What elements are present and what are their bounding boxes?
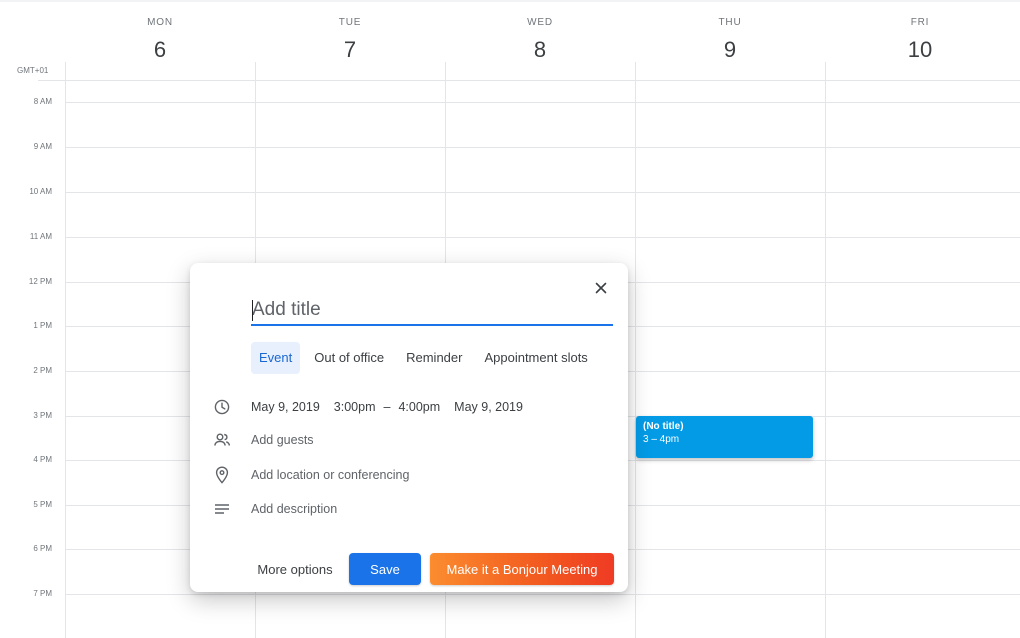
hour-label: 7 PM — [33, 589, 52, 598]
day-divider — [65, 62, 66, 638]
grid-line — [66, 102, 1020, 103]
grid-line — [66, 594, 1020, 595]
grid-line — [38, 80, 1020, 81]
hour-label: 12 PM — [28, 277, 52, 286]
hour-label: 6 PM — [33, 544, 52, 553]
location-row[interactable]: Add location or conferencing — [190, 460, 628, 490]
day-divider — [635, 62, 636, 638]
time-separator: – — [383, 400, 391, 414]
clock-icon — [212, 397, 232, 417]
day-name: MON — [147, 17, 173, 28]
tab-event[interactable]: Event — [251, 342, 301, 374]
more-options-button[interactable]: More options — [250, 553, 340, 585]
day-name: FRI — [910, 17, 930, 28]
hour-label: 10 AM — [29, 187, 52, 196]
grid-line — [66, 237, 1020, 238]
description-field[interactable]: Add description — [251, 502, 337, 516]
tab-appointment-slots[interactable]: Appointment slots — [476, 342, 595, 374]
save-button[interactable]: Save — [349, 553, 421, 585]
location-pin-icon — [212, 465, 232, 485]
people-icon — [212, 430, 232, 450]
hour-label: 11 AM — [29, 232, 52, 241]
title-input[interactable] — [251, 296, 613, 326]
day-header-fri[interactable]: FRI 10 — [825, 0, 1015, 72]
hour-label: 1 PM — [33, 321, 52, 330]
end-date[interactable]: May 9, 2019 — [454, 400, 523, 414]
hour-label: 2 PM — [33, 366, 52, 375]
day-name: TUE — [338, 17, 362, 28]
day-header-thu[interactable]: THU 9 — [635, 0, 825, 72]
day-header-wed[interactable]: WED 8 — [445, 0, 635, 72]
datetime-row: May 9, 2019 3:00pm – 4:00pm May 9, 2019 — [190, 392, 628, 422]
event-type-tabs: Event Out of office Reminder Appointment… — [251, 342, 602, 374]
timezone-label: GMT+01 — [17, 66, 49, 75]
grid-line — [66, 147, 1020, 148]
day-divider — [825, 62, 826, 638]
hour-label: 4 PM — [33, 455, 52, 464]
location-field[interactable]: Add location or conferencing — [251, 468, 409, 482]
datetime-fields: May 9, 2019 3:00pm – 4:00pm May 9, 2019 — [251, 400, 523, 414]
day-number[interactable]: 8 — [445, 37, 635, 63]
close-icon — [595, 282, 607, 294]
event-time: 3 – 4pm — [643, 434, 680, 445]
text-caret — [252, 300, 253, 321]
bonjour-meeting-button[interactable]: Make it a Bonjour Meeting — [430, 553, 614, 585]
grid-line — [66, 192, 1020, 193]
day-header-tue[interactable]: TUE 7 — [255, 0, 445, 72]
day-name: THU — [718, 17, 742, 28]
quick-event-dialog: Event Out of office Reminder Appointment… — [190, 263, 628, 592]
guests-row[interactable]: Add guests — [190, 425, 628, 455]
guests-field[interactable]: Add guests — [251, 433, 314, 447]
tab-reminder[interactable]: Reminder — [398, 342, 470, 374]
hour-label: 9 AM — [33, 142, 52, 151]
description-lines-icon — [212, 499, 232, 519]
start-time[interactable]: 3:00pm — [334, 400, 376, 414]
start-date[interactable]: May 9, 2019 — [251, 400, 320, 414]
end-time[interactable]: 4:00pm — [398, 400, 440, 414]
event-chip[interactable]: (No title) 3 – 4pm — [636, 416, 813, 458]
day-header-mon[interactable]: MON 6 — [65, 0, 255, 72]
event-title: (No title) — [643, 421, 684, 432]
day-number[interactable]: 6 — [65, 37, 255, 63]
day-name: WED — [527, 17, 553, 28]
hour-label: 8 AM — [33, 97, 52, 106]
tab-out-of-office[interactable]: Out of office — [306, 342, 392, 374]
day-number[interactable]: 10 — [825, 37, 1015, 63]
day-number[interactable]: 7 — [255, 37, 445, 63]
hour-label: 3 PM — [33, 411, 52, 420]
day-number[interactable]: 9 — [635, 37, 825, 63]
description-row[interactable]: Add description — [190, 494, 628, 524]
hour-label: 5 PM — [33, 500, 52, 509]
